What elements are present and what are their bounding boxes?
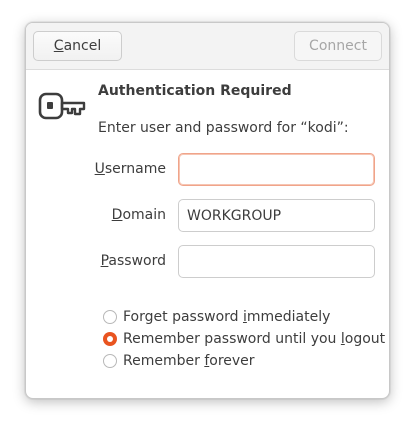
connect-button[interactable]: Connect [294,31,382,61]
password-label: Password [76,253,166,269]
password-field[interactable] [178,245,375,278]
dialog-headerbar: Cancel Connect [26,23,389,70]
password-label-text: assword [108,253,166,269]
opt1-post: ogout [344,331,386,347]
radio-forget-immediately[interactable] [103,310,117,324]
domain-label-text: omain [122,207,166,223]
domain-label: Domain [76,207,166,223]
dialog-message: Enter user and password for “kodi”: [98,120,349,136]
opt1-pre: Remember password until you [123,331,341,347]
username-label-text: sername [104,161,166,177]
domain-field[interactable] [178,199,375,232]
username-field[interactable] [178,153,375,186]
dialog-title: Authentication Required [98,83,292,99]
username-label: Username [76,161,166,177]
opt2-post: orever [209,353,255,369]
username-mnemonic: U [94,161,105,177]
radio-remember-forever[interactable] [103,354,117,368]
connect-label: Connect [309,38,367,54]
opt2-pre: Remember [123,353,205,369]
domain-mnemonic: D [111,207,123,223]
cancel-label-post: ancel [63,38,102,54]
cancel-button[interactable]: Cancel [33,31,122,61]
radio-label-forget: Forget password immediately [123,309,330,325]
radio-label-logout: Remember password until you logout [123,331,385,347]
radio-remember-until-logout[interactable] [103,332,117,346]
opt0-pre: Forget password [123,309,243,325]
radio-label-forever: Remember forever [123,353,255,369]
cancel-mnemonic: C [53,38,64,54]
auth-dialog: Cancel Connect Authentication Required E… [25,22,390,399]
opt0-post: mmediately [246,309,331,325]
key-icon [38,92,86,120]
